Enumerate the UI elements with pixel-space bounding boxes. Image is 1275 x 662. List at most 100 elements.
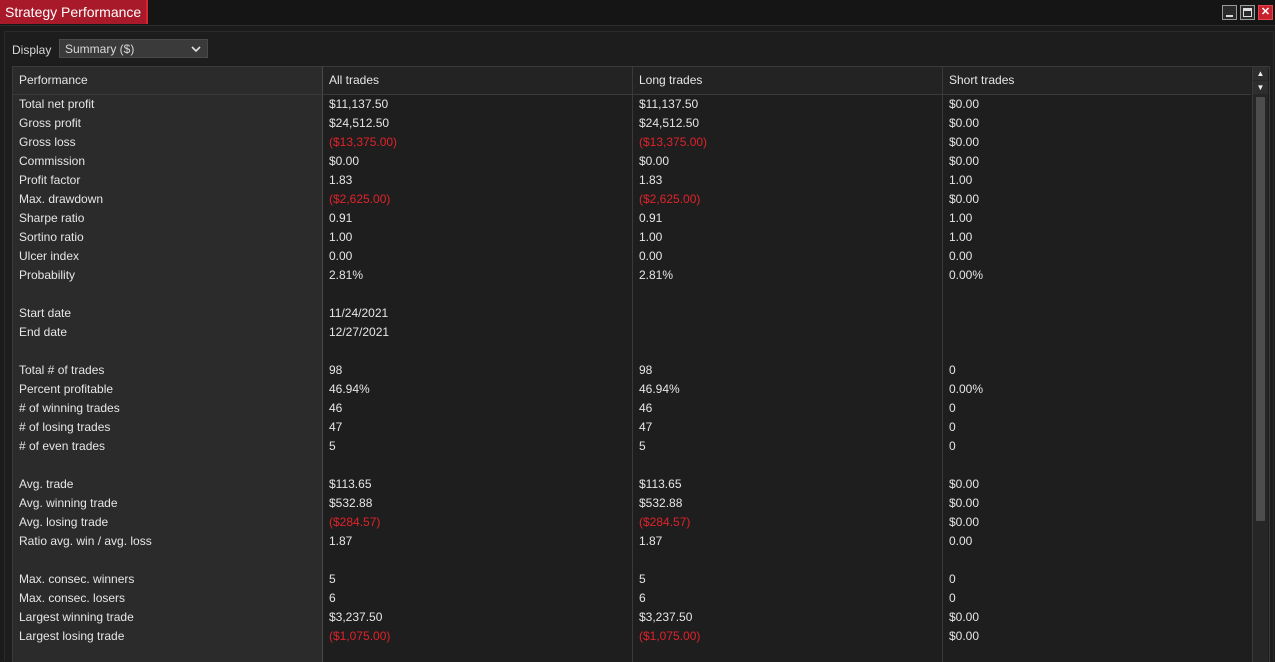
table-row: Avg. trade $113.65 $113.65 $0.00 (13, 475, 1251, 494)
minimize-icon (1226, 15, 1233, 17)
vertical-scrollbar[interactable]: ▲ ▼ (1252, 67, 1268, 662)
cell-short: $0.00 (949, 116, 980, 130)
row-label: Start date (19, 306, 72, 320)
header-short-trades[interactable]: Short trades (943, 67, 1251, 94)
cell-all: 46 (329, 401, 343, 415)
row-label: Avg. losing trade (19, 515, 109, 529)
table-row (13, 456, 1251, 475)
cell-all: $532.88 (329, 496, 373, 510)
cell-all: ($284.57) (329, 515, 381, 529)
cell-long: 1.83 (639, 173, 663, 187)
close-button[interactable]: ✕ (1258, 5, 1273, 20)
cell-all: 6 (329, 591, 336, 605)
table-row (13, 342, 1251, 361)
table-row: Largest winning trade $3,237.50 $3,237.50 $… (13, 608, 1251, 627)
row-label: # of even trades (19, 439, 106, 453)
minimize-button[interactable] (1222, 5, 1237, 20)
cell-long: 1.00 (639, 230, 663, 244)
cell-all: ($1,075.00) (329, 629, 391, 643)
cell-long: 46 (639, 401, 653, 415)
maximize-button[interactable] (1240, 5, 1255, 20)
header-long-trades[interactable]: Long trades (633, 67, 943, 94)
row-label: Total # of trades (19, 363, 105, 377)
cell-all: 5 (329, 572, 336, 586)
cell-short: $0.00 (949, 515, 980, 529)
grid-rows: Total net profit $11,137.50 $11,137.50 $0.0… (13, 95, 1251, 646)
table-row: Max. consec. losers 6 6 0 (13, 589, 1251, 608)
row-label: Probability (19, 268, 76, 282)
arrow-up-icon: ▲ (1256, 69, 1265, 78)
table-row: Start date 11/24/2021 (13, 304, 1251, 323)
cell-short: 1.00 (949, 173, 973, 187)
strategy-performance-panel: Display Summary ($) Performance All trad… (4, 31, 1274, 662)
row-label: # of losing trades (19, 420, 111, 434)
row-label: Commission (19, 154, 86, 168)
cell-all: 0.91 (329, 211, 353, 225)
window-title[interactable]: Strategy Performance (0, 0, 149, 24)
cell-long: 46.94% (639, 382, 680, 396)
cell-all: 2.81% (329, 268, 364, 282)
row-label: Max. consec. losers (19, 591, 126, 605)
cell-long: ($284.57) (639, 515, 691, 529)
cell-all: $0.00 (329, 154, 360, 168)
cell-all: 12/27/2021 (329, 325, 390, 339)
table-row (13, 551, 1251, 570)
cell-short: 0 (949, 591, 956, 605)
grid-header: Performance All trades Long trades Short… (13, 67, 1251, 95)
cell-all: 1.00 (329, 230, 353, 244)
table-row: # of even trades 5 5 0 (13, 437, 1251, 456)
header-performance[interactable]: Performance (13, 67, 323, 94)
table-row: Max. drawdown ($2,625.00) ($2,625.00) $0.00 (13, 190, 1251, 209)
cell-short: 1.00 (949, 211, 973, 225)
cell-all: 46.94% (329, 382, 370, 396)
row-label: Max. drawdown (19, 192, 104, 206)
scroll-up-button[interactable]: ▲ (1253, 67, 1268, 80)
row-label: Largest winning trade (19, 610, 134, 624)
performance-grid: Performance All trades Long trades Short… (12, 66, 1270, 662)
cell-short: 0 (949, 401, 956, 415)
cell-short: $0.00 (949, 610, 980, 624)
cell-all: $113.65 (329, 477, 372, 491)
cell-short: 0.00% (949, 268, 984, 282)
header-all-trades[interactable]: All trades (323, 67, 633, 94)
table-row: Avg. losing trade ($284.57) ($284.57) $0.00 (13, 513, 1251, 532)
cell-short: $0.00 (949, 629, 980, 643)
cell-long: 6 (639, 591, 646, 605)
cell-all: $24,512.50 (329, 116, 390, 130)
row-label: Sharpe ratio (19, 211, 85, 225)
row-label: Gross profit (19, 116, 82, 130)
arrow-down-icon: ▼ (1256, 83, 1265, 92)
table-row: Gross loss ($13,375.00) ($13,375.00) $0.00 (13, 133, 1251, 152)
row-label: Gross loss (19, 135, 76, 149)
table-row: Ratio avg. win / avg. loss 1.87 1.87 0.00 (13, 532, 1251, 551)
cell-long: 1.87 (639, 534, 663, 548)
cell-short: 0.00% (949, 382, 984, 396)
row-label: Profit factor (19, 173, 81, 187)
cell-all: 1.83 (329, 173, 353, 187)
scrollbar-thumb[interactable] (1256, 97, 1265, 521)
cell-short: $0.00 (949, 135, 980, 149)
cell-long: 47 (639, 420, 653, 434)
cell-long: 5 (639, 439, 646, 453)
cell-all: $11,137.50 (329, 97, 389, 111)
row-label: Max. consec. winners (19, 572, 135, 586)
cell-long: 0.00 (639, 249, 663, 263)
scroll-down-button[interactable]: ▼ (1253, 81, 1268, 94)
cell-short: $0.00 (949, 154, 980, 168)
cell-short: 1.00 (949, 230, 973, 244)
row-label: Sortino ratio (19, 230, 84, 244)
table-row: Avg. winning trade $532.88 $532.88 $0.00 (13, 494, 1251, 513)
cell-long: ($13,375.00) (639, 135, 708, 149)
display-selected-value: Summary ($) (65, 42, 135, 56)
cell-short: 0 (949, 439, 956, 453)
table-row: Total net profit $11,137.50 $11,137.50 $0.0… (13, 95, 1251, 114)
display-dropdown[interactable]: Summary ($) (59, 39, 208, 58)
maximize-icon (1243, 8, 1252, 17)
cell-all: 47 (329, 420, 343, 434)
cell-long: $24,512.50 (639, 116, 700, 130)
cell-short: 0.00 (949, 249, 973, 263)
cell-all: ($13,375.00) (329, 135, 398, 149)
row-label: Avg. trade (19, 477, 74, 491)
cell-short: 0.00 (949, 534, 973, 548)
row-label: Total net profit (19, 97, 95, 111)
